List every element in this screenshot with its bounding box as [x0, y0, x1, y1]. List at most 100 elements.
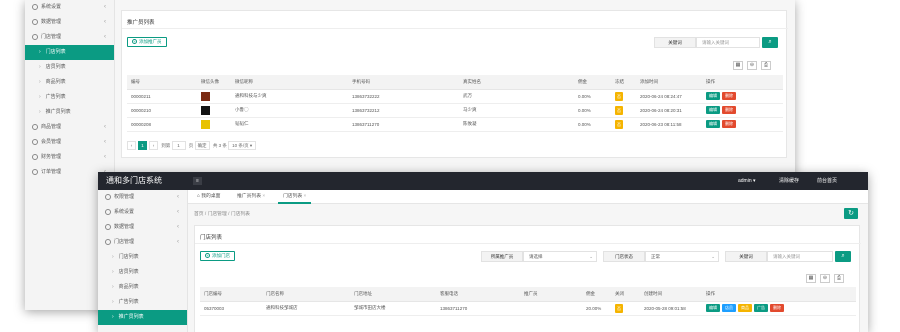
phone-text: 13863711270	[352, 121, 380, 127]
sidebar-item[interactable]: › 商品列表	[98, 280, 187, 295]
goto-confirm-button[interactable]: 确定	[194, 141, 210, 150]
sidebar-item[interactable]: › 推广员列表	[25, 105, 114, 120]
sidebar-item-label: 财务管理	[41, 154, 62, 160]
sidebar-item[interactable]: 权限管理 ‹	[98, 190, 187, 205]
ad-button[interactable]: 广告	[754, 304, 768, 312]
sidebar-item[interactable]: 门店管理 ‹	[98, 235, 187, 250]
column-header: 操作	[702, 287, 856, 302]
panel-title: 推广员列表	[127, 20, 155, 26]
column-header: 推广员	[520, 287, 582, 302]
tab-promoter-list[interactable]: 推广员列表 ×	[232, 190, 270, 204]
column-header: 创建时间	[640, 287, 702, 302]
menu-icon	[32, 3, 38, 10]
front-page-link[interactable]: 前台首页	[817, 172, 837, 190]
page-1-button[interactable]: 1	[138, 141, 147, 150]
frozen-badge[interactable]: 否	[615, 105, 623, 115]
sidebar-item[interactable]: 数据管理 ‹	[98, 220, 187, 235]
keyword-input[interactable]: 请输入关键词	[767, 251, 833, 262]
menu-icon	[32, 123, 38, 130]
sidebar-item[interactable]: 会员管理 ‹	[25, 135, 114, 150]
sidebar-item[interactable]: › 店员列表	[98, 265, 187, 280]
sidebar-item[interactable]: › 广告列表	[98, 295, 187, 310]
edit-button[interactable]: 编辑	[706, 92, 720, 100]
page-size-select[interactable]: 10 条/页 ▾	[228, 141, 257, 150]
refresh-icon[interactable]: ↻	[844, 208, 858, 219]
search-button[interactable]: ⌕	[835, 251, 851, 262]
sidebar-item[interactable]: 商品管理 ‹	[25, 120, 114, 135]
promoter-id-text: 00000208	[131, 121, 152, 127]
chevron-right-icon: ›	[112, 269, 114, 275]
sidebar-item[interactable]: › 门店列表	[25, 45, 114, 60]
print-icon[interactable]: ⎙	[834, 274, 844, 283]
sidebar-item[interactable]: 数据管理 ‹	[25, 15, 114, 30]
admin-name: admin	[738, 178, 752, 184]
sidebar-item-label: 广告列表	[45, 94, 66, 100]
sidebar-item[interactable]: › 门店列表	[98, 250, 187, 265]
commission-text: 0.00%	[578, 107, 591, 113]
chevron-left-icon: ‹	[177, 209, 179, 215]
print-icon[interactable]: ⎙	[761, 61, 771, 70]
promoter-id: 00000208	[127, 117, 197, 132]
closed-badge[interactable]: 否	[615, 303, 623, 313]
tab-desktop[interactable]: ⌂ 我的桌面	[192, 190, 225, 204]
columns-icon[interactable]: ▦	[806, 274, 816, 283]
add-store-button[interactable]: + 添加门店	[200, 251, 235, 261]
promoter-select[interactable]: 请选择 ⌄	[523, 251, 597, 262]
delete-button[interactable]: 删除	[770, 304, 784, 312]
admin-menu[interactable]: admin ▾	[738, 172, 756, 190]
chevron-left-icon: ‹	[104, 124, 106, 130]
delete-button[interactable]: 删除	[722, 92, 736, 100]
export-icon[interactable]: ⊖	[820, 274, 830, 283]
close-icon[interactable]: ×	[304, 194, 307, 199]
keyword-input[interactable]: 请输入关键词	[696, 37, 760, 48]
sidebar: 权限管理 ‹ 系统设置 ‹ 数据管理 ‹ 门店管理 ‹ › 门店列表 › 店员列表 › 商品列表 › 广告列表…	[98, 190, 188, 332]
chevron-down-icon: ⌄	[589, 254, 593, 259]
chevron-right-icon: ›	[112, 254, 114, 260]
frozen-badge[interactable]: 否	[615, 91, 623, 101]
column-header: 佣金	[582, 287, 611, 302]
tab-desktop-label: 我的桌面	[201, 194, 221, 199]
sidebar-item[interactable]: › 推广员列表	[98, 310, 187, 325]
column-header: 微信昵称	[231, 75, 348, 90]
sidebar-item[interactable]: › 店员列表	[25, 60, 114, 75]
column-header: 操作	[702, 75, 783, 90]
status-select[interactable]: 正常 ⌄	[645, 251, 719, 262]
sidebar-item[interactable]: › 广告列表	[25, 90, 114, 105]
store-table: 门店编号 门店名称 门店地址 客服电话 推广员 佣金 关闭 创建时间 操作 05370003 通和…	[200, 287, 856, 316]
sidebar-item-label: 推广员列表	[118, 314, 144, 320]
add-promoter-button[interactable]: + 添加推广员	[127, 37, 167, 47]
edit-button[interactable]: 编辑	[706, 120, 720, 128]
export-icon[interactable]: ⊖	[747, 61, 757, 70]
commission-text: 20.00%	[586, 305, 602, 311]
column-header: 手机号码	[348, 75, 459, 90]
column-header: 微信头像	[197, 75, 231, 90]
search-button[interactable]: ⌕	[762, 37, 778, 48]
prev-page-button[interactable]: ‹	[127, 141, 136, 150]
sidebar-item-label: 数据管理	[114, 224, 135, 230]
goods-button[interactable]: 商品	[738, 304, 752, 312]
sidebar-item[interactable]: 系统设置 ‹	[25, 0, 114, 15]
goto-page-input[interactable]: 1	[171, 141, 186, 150]
edit-button[interactable]: 编辑	[706, 304, 720, 312]
tab-store-list[interactable]: 门店列表 ×	[278, 190, 312, 204]
table-row: 05370003 通和科技邹城店 邹城市田店大楼 13863711270 20.00% 否…	[200, 301, 856, 316]
edit-button[interactable]: 编辑	[706, 106, 720, 114]
close-icon[interactable]: ×	[262, 194, 265, 199]
frozen-badge[interactable]: 否	[615, 119, 623, 129]
sidebar-item[interactable]: 系统设置 ‹	[98, 205, 187, 220]
delete-button[interactable]: 删除	[722, 106, 736, 114]
sidebar-item[interactable]: › 商品列表	[25, 75, 114, 90]
column-header: 编号	[127, 75, 197, 90]
tab-store-label: 门店列表	[283, 194, 303, 199]
columns-icon[interactable]: ▦	[733, 61, 743, 70]
store-name: 通和科技邹城店	[262, 301, 350, 316]
delete-button[interactable]: 删除	[722, 120, 736, 128]
menu-toggle-icon[interactable]: ≡	[193, 177, 202, 185]
sidebar-item[interactable]: 财务管理 ‹	[25, 150, 114, 165]
staff-button[interactable]: 店员	[722, 304, 736, 312]
sidebar-item[interactable]: 门店管理 ‹	[25, 30, 114, 45]
clear-cache-link[interactable]: 清除缓存	[779, 172, 799, 190]
next-page-button[interactable]: ›	[149, 141, 158, 150]
actions-cell: 编辑 店员 商品 广告 删除	[702, 301, 856, 316]
phone: 13863711270	[348, 117, 459, 132]
